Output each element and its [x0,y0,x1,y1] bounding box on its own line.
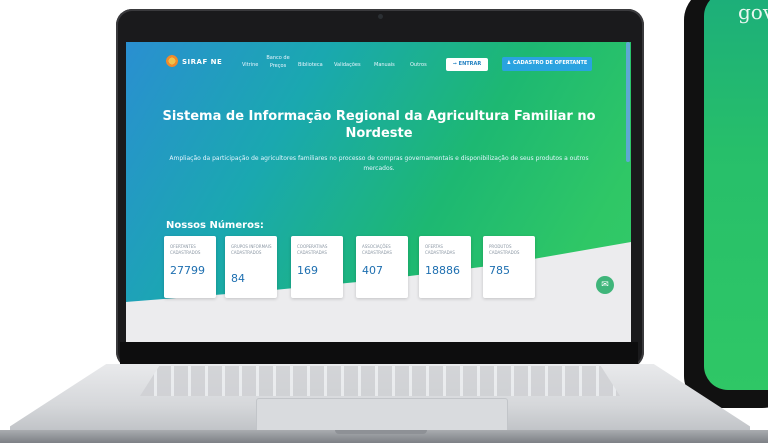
stat-label: ASSOCIAÇÕES CADASTRADAS [362,244,392,255]
stat-value: 27799 [170,264,205,277]
laptop-keyboard [140,366,620,396]
nav-manuais[interactable]: Manuais [374,62,395,68]
login-icon: ➞ [452,61,457,67]
user-add-icon: ♟ [506,60,512,66]
stat-value: 84 [231,272,245,285]
entrar-button[interactable]: ➞ ENTRAR [446,58,488,71]
stat-value: 18886 [425,264,460,277]
stats-title: Nossos Números: [166,220,264,231]
cadastro-label: CADASTRO DE OFERTANTE [512,60,588,66]
stat-value: 169 [297,264,318,277]
stat-label: PRODUTOS CADASTRADOS [489,244,520,255]
stat-value: 407 [362,264,383,277]
entrar-label: ENTRAR [458,61,482,67]
stat-card-produtos: PRODUTOS CADASTRADOS 785 [483,236,535,298]
stat-label: GRUPOS INFORMAIS CADASTRADOS [231,244,272,255]
stat-card-associacoes: ASSOCIAÇÕES CADASTRADAS 407 [356,236,408,298]
stat-card-ofertas: OFERTAS CADASTRADAS 18886 [419,236,471,298]
nav-vitrine[interactable]: Vitrine [242,62,258,68]
site-logo[interactable]: SIRAF NE [182,58,222,66]
stat-card-ofertantes: OFERTANTES CADASTRADOS 27799 [164,236,216,298]
website-screen: SIRAF NE Vitrine Banco de Preços Bibliot… [126,42,631,342]
cadastro-ofertante-button[interactable]: ♟ CADASTRO DE OFERTANTE [502,57,592,71]
laptop-notch [335,430,427,434]
stat-label: OFERTANTES CADASTRADOS [170,244,201,255]
chat-icon[interactable]: ✉ [596,276,614,294]
nav-validacoes[interactable]: Validações [334,62,361,68]
laptop-bezel [120,342,638,366]
stat-card-cooperativas: COOPERATIVAS CADASTRADAS 169 [291,236,343,298]
phone-screen-text: gov [738,0,768,24]
stat-value: 785 [489,264,510,277]
nav-banco-de-precos[interactable]: Banco de Preços [266,54,290,70]
page-title: Sistema de Informação Regional da Agricu… [162,109,596,141]
nav-biblioteca[interactable]: Biblioteca [298,62,323,68]
stat-label: COOPERATIVAS CADASTRADAS [297,244,328,255]
sun-logo-icon [166,55,178,67]
page-subtitle: Ampliação da participação de agricultore… [169,155,589,172]
nav-outros[interactable]: Outros [410,62,427,68]
scrollbar[interactable] [626,42,630,162]
phone-screen [704,0,768,390]
stat-label: OFERTAS CADASTRADAS [425,244,455,255]
camera-icon [378,14,383,19]
stat-card-grupos: GRUPOS INFORMAIS CADASTRADOS 84 [225,236,277,298]
